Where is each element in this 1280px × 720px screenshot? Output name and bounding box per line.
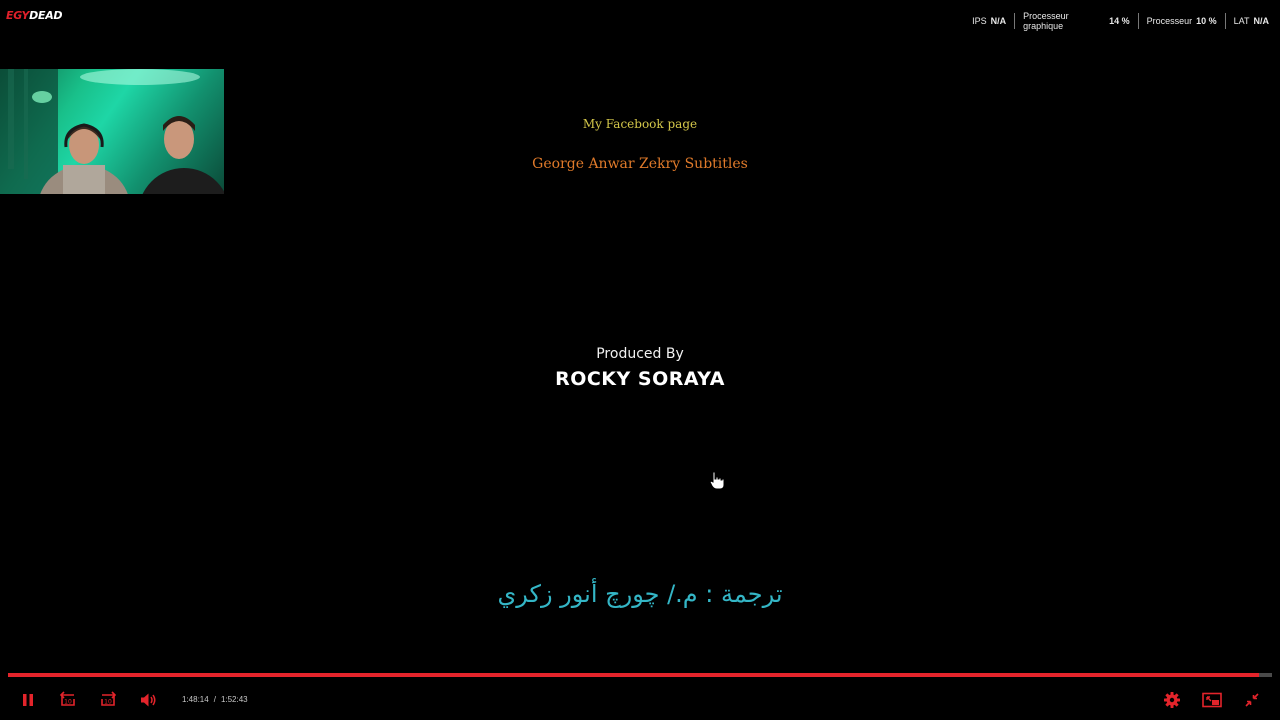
gpu-stat: Processeur graphique 14 % [1015, 11, 1138, 31]
rewind-seconds-label: 10 [64, 699, 72, 706]
ips-value: N/A [990, 16, 1007, 26]
exit-fullscreen-icon [1245, 693, 1259, 707]
ips-stat: IPS N/A [964, 16, 1014, 26]
settings-button[interactable] [1161, 689, 1183, 711]
cpu-value: 10 % [1196, 16, 1217, 26]
duration: 1:52:43 [220, 695, 248, 704]
pause-icon [23, 694, 33, 706]
exit-fullscreen-button[interactable] [1241, 689, 1263, 711]
volume-icon [141, 693, 156, 707]
forward-seconds-label: 10 [104, 699, 112, 706]
logo-prefix: EGY [6, 9, 30, 22]
gpu-label: Processeur graphique [1023, 11, 1069, 31]
time-separator: / [213, 695, 216, 704]
gear-icon [1164, 692, 1180, 708]
latency-label: LAT [1233, 16, 1250, 26]
seek-bar[interactable] [8, 673, 1272, 677]
rewind-10-button[interactable]: 10 [57, 689, 79, 711]
rewind-10-icon: 10 [59, 691, 75, 706]
credit-subtitles-line: George Anwar Zekry Subtitles [532, 156, 748, 172]
producer-name: ROCKY SORAYA [555, 368, 725, 390]
latency-value: N/A [1253, 16, 1270, 26]
seek-bar-progress [8, 673, 1260, 677]
forward-10-icon: 10 [101, 691, 117, 706]
webcam-overlay [0, 69, 224, 194]
performance-overlay: IPS N/A Processeur graphique 14 % Proces… [964, 10, 1269, 32]
gpu-value: 14 % [1109, 16, 1130, 26]
produced-by-label: Produced By [596, 346, 684, 362]
picture-in-picture-button[interactable] [1201, 689, 1223, 711]
latency-stat: LAT N/A [1226, 16, 1269, 26]
webcam-feed [0, 69, 224, 194]
current-time: 1:48:14 [182, 695, 209, 704]
cpu-stat: Processeur 10 % [1139, 16, 1225, 26]
ips-label: IPS [972, 16, 987, 26]
pause-button[interactable] [17, 689, 39, 711]
site-logo[interactable]: EGYDEAD [6, 9, 63, 22]
volume-button[interactable] [137, 689, 159, 711]
picture-in-picture-icon [1202, 692, 1222, 708]
logo-suffix: DEAD [29, 9, 63, 22]
time-display: 1:48:14 / 1:52:43 [182, 695, 248, 704]
hand-cursor-icon [707, 469, 729, 491]
cpu-label: Processeur [1146, 16, 1193, 26]
subtitle-text: ترجمة : م./ چورچ أنور زكري [497, 580, 783, 608]
credit-facebook-line: My Facebook page [582, 117, 698, 131]
forward-10-button[interactable]: 10 [97, 689, 119, 711]
